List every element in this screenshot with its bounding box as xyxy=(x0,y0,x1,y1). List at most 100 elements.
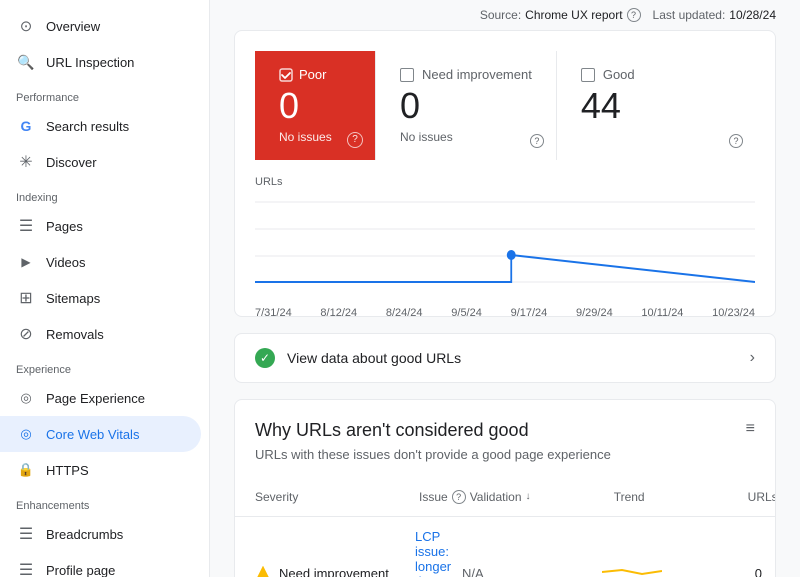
check-circle-icon: ✓ xyxy=(255,348,275,368)
sidebar-item-overview-label: Overview xyxy=(46,19,100,34)
x-label-2: 8/24/24 xyxy=(386,307,423,319)
main-content: Source: Chrome UX report ? Last updated:… xyxy=(210,0,800,577)
x-label-0: 7/31/24 xyxy=(255,307,292,319)
status-chart-box: Poor 0 No issues ? Need improvement 0 No… xyxy=(234,30,776,317)
urls-cell: 0 xyxy=(702,566,762,577)
why-header: Why URLs aren't considered good URLs wit… xyxy=(235,400,775,466)
card-good-label: Good xyxy=(603,67,635,82)
source-prefix: Source: xyxy=(480,8,521,22)
status-cards: Poor 0 No issues ? Need improvement 0 No… xyxy=(255,51,755,160)
card-good-count: 44 xyxy=(581,86,731,126)
videos-icon: ▶ xyxy=(16,255,36,269)
removals-icon: ⊘ xyxy=(16,324,36,344)
card-need-help-icon[interactable]: ? xyxy=(530,134,544,148)
filter-icon[interactable]: ≡ xyxy=(746,420,755,438)
sidebar-item-https[interactable]: 🔒 HTTPS xyxy=(0,452,201,488)
sidebar-item-videos[interactable]: ▶ Videos xyxy=(0,244,201,280)
trend-line-svg xyxy=(602,564,662,577)
card-poor-title: Poor xyxy=(279,67,351,82)
col-header-issue: Issue ? xyxy=(419,490,466,504)
page-experience-icon: ◎ xyxy=(16,390,36,406)
sidebar-item-pages-label: Pages xyxy=(46,219,83,234)
chart-svg: 3 2 1 0 xyxy=(255,192,755,302)
card-poor-count: 0 xyxy=(279,86,351,126)
x-label-1: 8/12/24 xyxy=(320,307,357,319)
card-good-help-icon[interactable]: ? xyxy=(729,134,743,148)
sidebar-item-pages[interactable]: ☰ Pages xyxy=(0,208,201,244)
sidebar: ⊙ Overview 🔍 URL Inspection Performance … xyxy=(0,0,210,577)
sidebar-item-removals[interactable]: ⊘ Removals xyxy=(0,316,201,352)
sidebar-item-discover[interactable]: ✳ Discover xyxy=(0,144,201,180)
chart-x-labels: 7/31/24 8/12/24 8/24/24 9/5/24 9/17/24 9… xyxy=(255,307,755,319)
sidebar-item-profile-page-label: Profile page xyxy=(46,563,115,577)
col-header-urls: URLs xyxy=(718,490,776,504)
why-subtitle: URLs with these issues don't provide a g… xyxy=(255,447,611,462)
sidebar-item-url-inspection[interactable]: 🔍 URL Inspection xyxy=(0,44,201,80)
x-label-3: 9/5/24 xyxy=(451,307,482,319)
issue-cell[interactable]: LCP issue: longer than 2.5s (mobile) xyxy=(415,529,462,577)
sidebar-item-breadcrumbs-label: Breadcrumbs xyxy=(46,527,123,542)
section-label-performance: Performance xyxy=(0,80,209,108)
sidebar-item-https-label: HTTPS xyxy=(46,463,89,478)
profile-icon: ☰ xyxy=(16,560,36,577)
card-poor-help-icon[interactable]: ? xyxy=(347,132,363,148)
checkbox-checked-icon xyxy=(279,68,293,82)
source-name: Chrome UX report xyxy=(525,8,622,22)
why-section: Why URLs aren't considered good URLs wit… xyxy=(234,399,776,577)
sidebar-item-overview[interactable]: ⊙ Overview xyxy=(0,8,201,44)
checkbox-good-icon xyxy=(581,68,595,82)
sidebar-item-removals-label: Removals xyxy=(46,327,104,342)
card-poor-label: Poor xyxy=(299,67,326,82)
chart-line xyxy=(255,255,755,282)
search-icon: 🔍 xyxy=(16,54,36,71)
section-label-experience: Experience xyxy=(0,352,209,380)
card-need-improvement: Need improvement 0 No issues ? xyxy=(375,51,556,160)
validation-cell: N/A xyxy=(462,566,602,577)
core-web-vitals-icon: ◎ xyxy=(16,426,36,442)
card-good: Good 44 ? xyxy=(556,51,755,160)
sidebar-item-core-web-vitals-label: Core Web Vitals xyxy=(46,427,139,442)
pages-icon: ☰ xyxy=(16,216,36,236)
sidebar-item-page-experience-label: Page Experience xyxy=(46,391,145,406)
google-icon: G xyxy=(16,118,36,134)
section-label-indexing: Indexing xyxy=(0,180,209,208)
sidebar-item-sitemaps-label: Sitemaps xyxy=(46,291,100,306)
last-updated-date: 10/28/24 xyxy=(729,8,776,22)
chevron-right-icon: › xyxy=(750,349,755,367)
severity-text: Need improvement xyxy=(279,566,389,577)
col-header-trend: Trend xyxy=(614,490,714,504)
table-row: Need improvement LCP issue: longer than … xyxy=(235,517,775,577)
sidebar-item-sitemaps[interactable]: ⊞ Sitemaps xyxy=(0,280,201,316)
sidebar-item-url-inspection-label: URL Inspection xyxy=(46,55,134,70)
sidebar-item-breadcrumbs[interactable]: ☰ Breadcrumbs xyxy=(0,516,201,552)
good-urls-text: View data about good URLs xyxy=(287,350,738,366)
sidebar-item-core-web-vitals[interactable]: ◎ Core Web Vitals xyxy=(0,416,201,452)
issue-help-icon[interactable]: ? xyxy=(452,490,466,504)
x-label-5: 9/29/24 xyxy=(576,307,613,319)
why-title: Why URLs aren't considered good xyxy=(255,420,611,441)
card-need-label-row: Need improvement xyxy=(400,67,532,82)
card-poor: Poor 0 No issues ? xyxy=(255,51,375,160)
sidebar-item-page-experience[interactable]: ◎ Page Experience xyxy=(0,380,201,416)
card-need-count: 0 xyxy=(400,86,532,126)
breadcrumbs-icon: ☰ xyxy=(16,524,36,544)
col-header-validation: Validation ↓ xyxy=(470,490,610,504)
warning-triangle-icon xyxy=(255,566,271,577)
sort-arrow-icon[interactable]: ↓ xyxy=(526,491,531,502)
lock-icon: 🔒 xyxy=(16,462,36,478)
chart-area: URLs 3 2 1 0 xyxy=(255,176,755,316)
x-label-7: 10/23/24 xyxy=(712,307,755,319)
discover-icon: ✳ xyxy=(16,152,36,172)
question-icon[interactable]: ? xyxy=(627,8,641,22)
table-header: Severity Issue ? Validation ↓ Trend URLs xyxy=(235,478,775,517)
sidebar-item-profile-page[interactable]: ☰ Profile page xyxy=(0,552,201,577)
card-need-label: Need improvement xyxy=(422,67,532,82)
last-updated-label: Last updated: xyxy=(653,8,726,22)
good-urls-banner[interactable]: ✓ View data about good URLs › xyxy=(234,333,776,383)
card-poor-sub: No issues xyxy=(279,130,351,144)
x-label-6: 10/11/24 xyxy=(641,307,683,319)
content-area: Poor 0 No issues ? Need improvement 0 No… xyxy=(210,30,800,577)
card-need-sub: No issues xyxy=(400,130,532,144)
sidebar-item-videos-label: Videos xyxy=(46,255,86,270)
sidebar-item-search-results[interactable]: G Search results xyxy=(0,108,201,144)
